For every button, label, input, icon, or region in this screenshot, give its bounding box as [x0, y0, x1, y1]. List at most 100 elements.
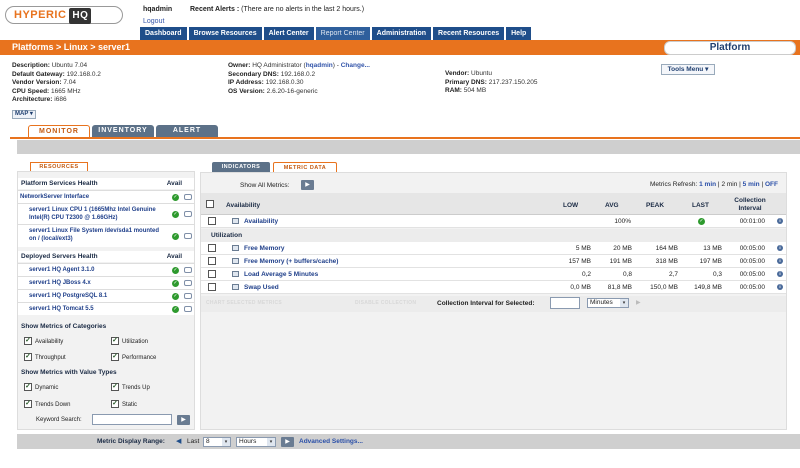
- tab-metric-data[interactable]: METRIC DATA: [273, 162, 337, 172]
- label-dynamic: Dynamic: [35, 385, 59, 391]
- tab-indicators[interactable]: INDICATORS: [212, 162, 270, 172]
- info-icon[interactable]: i: [777, 284, 783, 290]
- tools-menu-button[interactable]: Tools Menu ▾: [661, 64, 715, 75]
- keyword-search-input[interactable]: [92, 414, 172, 425]
- nav-help[interactable]: Help: [506, 27, 532, 40]
- info-icon[interactable]: i: [777, 258, 783, 264]
- col-low: LOW: [563, 202, 579, 209]
- list-item[interactable]: server1 HQ JBoss 4.x ✓: [18, 276, 194, 289]
- info-column-2: Owner: HQ Administrator (hqadmin) - Chan…: [228, 62, 370, 95]
- checkbox-availability[interactable]: ✓: [24, 337, 32, 345]
- show-all-metrics-label: Show All Metrics:: [240, 182, 290, 189]
- collection-interval-input[interactable]: [550, 297, 580, 309]
- interval-unit-select[interactable]: Minutes ▾: [587, 298, 629, 308]
- row-checkbox[interactable]: [208, 257, 216, 265]
- chart-selected-metrics-button[interactable]: CHART SELECTED METRICS: [206, 300, 282, 309]
- categories-header: Show Metrics of Categories: [21, 323, 107, 330]
- platform-services-header: Platform Services Health Avail: [18, 178, 194, 189]
- logout-link[interactable]: Logout: [143, 18, 164, 25]
- checkbox-trends-down[interactable]: ✓: [24, 400, 32, 408]
- keyword-search-label: Keyword Search:: [36, 417, 82, 423]
- checkbox-utilization[interactable]: ✓: [111, 337, 119, 345]
- alerts-icon[interactable]: [184, 267, 192, 273]
- alerts-icon[interactable]: [184, 280, 192, 286]
- row-checkbox[interactable]: [208, 283, 216, 291]
- range-unit-select[interactable]: Hours ▾: [236, 437, 276, 447]
- value-types-header: Show Metrics with Value Types: [21, 369, 117, 376]
- col-availability: Availability: [226, 202, 261, 209]
- checkbox-throughput[interactable]: ✓: [24, 353, 32, 361]
- chart-icon[interactable]: [232, 271, 239, 277]
- row-checkbox[interactable]: [208, 217, 216, 225]
- refresh-5min[interactable]: 5 min: [743, 181, 760, 188]
- tab-alert[interactable]: ALERT: [156, 125, 218, 137]
- chart-icon[interactable]: [232, 245, 239, 251]
- alerts-icon[interactable]: [184, 233, 192, 239]
- refresh-2min[interactable]: 2 min: [721, 181, 737, 188]
- owner-user-link[interactable]: hqadmin: [306, 62, 333, 69]
- tab-inventory[interactable]: INVENTORY: [92, 125, 154, 137]
- tabs-underline: [10, 137, 800, 139]
- tab-monitor[interactable]: MONITOR: [28, 125, 90, 137]
- keyword-search-go-button[interactable]: ▶: [177, 415, 190, 425]
- last-count-select[interactable]: 8 ▾: [203, 437, 231, 447]
- row-checkbox[interactable]: [208, 270, 216, 278]
- checkbox-dynamic[interactable]: ✓: [24, 383, 32, 391]
- tab-resources[interactable]: RESOURCES: [30, 162, 88, 171]
- change-owner-link[interactable]: Change...: [341, 62, 370, 69]
- label-utilization: Utilization: [122, 339, 149, 345]
- show-all-metrics-button[interactable]: ▶: [301, 180, 314, 190]
- disable-collection-button[interactable]: DISABLE COLLECTION: [355, 300, 416, 309]
- refresh-1min[interactable]: 1 min: [699, 181, 716, 188]
- list-item[interactable]: server1 HQ Tomcat 5.5 ✓: [18, 302, 194, 315]
- chevron-down-icon: ▾: [29, 111, 33, 117]
- info-icon[interactable]: i: [777, 245, 783, 251]
- nav-recent-resources[interactable]: Recent Resources: [433, 27, 505, 40]
- group-utilization: Utilization: [201, 229, 786, 242]
- chart-icon[interactable]: [232, 284, 239, 290]
- checkbox-static[interactable]: ✓: [111, 400, 119, 408]
- row-checkbox[interactable]: [208, 244, 216, 252]
- chart-icon[interactable]: [232, 258, 239, 264]
- nav-administration[interactable]: Administration: [371, 27, 432, 40]
- available-icon: ✓: [172, 194, 179, 201]
- alerts-icon[interactable]: [184, 293, 192, 299]
- apply-range-button[interactable]: ▶: [281, 437, 294, 447]
- col-last: LAST: [692, 202, 709, 209]
- list-item[interactable]: NetworkServer Interface ✓: [18, 190, 194, 203]
- nav-report-center[interactable]: Report Center: [315, 27, 370, 40]
- table-row: Free Memory 5 MB 20 MB 164 MB 13 MB 00:0…: [201, 242, 786, 255]
- table-row: Swap Used 0,0 MB 81,8 MB 150,0 MB 149,8 …: [201, 281, 786, 294]
- alerts-icon[interactable]: [184, 211, 192, 217]
- toolbar-strip: [17, 140, 800, 154]
- info-icon[interactable]: i: [777, 218, 783, 224]
- label-throughput: Throughput: [35, 355, 66, 361]
- list-item[interactable]: server1 Linux File System /dev/sda1 moun…: [18, 224, 194, 247]
- select-all-checkbox[interactable]: [206, 200, 214, 208]
- list-item[interactable]: server1 HQ Agent 3.1.0 ✓: [18, 263, 194, 276]
- checkbox-performance[interactable]: ✓: [111, 353, 119, 361]
- dropdown-icon: ▾: [705, 66, 709, 73]
- table-row: Load Average 5 Minutes 0,2 0,8 2,7 0,3 0…: [201, 268, 786, 281]
- map-button[interactable]: MAP ▾: [12, 110, 36, 119]
- info-icon[interactable]: i: [777, 271, 783, 277]
- advanced-settings-link[interactable]: Advanced Settings...: [299, 438, 363, 445]
- nav-dashboard[interactable]: Dashboard: [140, 27, 187, 40]
- label-trends-up: Trends Up: [122, 385, 150, 391]
- nav-alert-center[interactable]: Alert Center: [263, 27, 314, 40]
- table-row: Free Memory (+ buffers/cache) 157 MB 191…: [201, 255, 786, 268]
- available-icon: ✓: [172, 211, 179, 218]
- alerts-icon[interactable]: [184, 194, 192, 200]
- recent-alerts: Recent Alerts : (There are no alerts in …: [190, 6, 365, 13]
- list-item[interactable]: server1 HQ PostgreSQL 8.1 ✓: [18, 289, 194, 302]
- checkbox-trends-up[interactable]: ✓: [111, 383, 119, 391]
- available-icon: ✓: [172, 267, 179, 274]
- chart-icon[interactable]: [232, 218, 239, 224]
- nav-browse-resources[interactable]: Browse Resources: [188, 27, 262, 40]
- breadcrumb: Platforms > Linux > server1: [12, 42, 131, 52]
- apply-interval-arrow-icon[interactable]: ▶: [636, 299, 641, 306]
- previous-range-arrow-icon[interactable]: ◀: [176, 437, 181, 445]
- alerts-icon[interactable]: [184, 306, 192, 312]
- list-item[interactable]: server1 Linux CPU 1 (1665Mhz Intel Genui…: [18, 203, 194, 224]
- refresh-off[interactable]: OFF: [765, 181, 778, 188]
